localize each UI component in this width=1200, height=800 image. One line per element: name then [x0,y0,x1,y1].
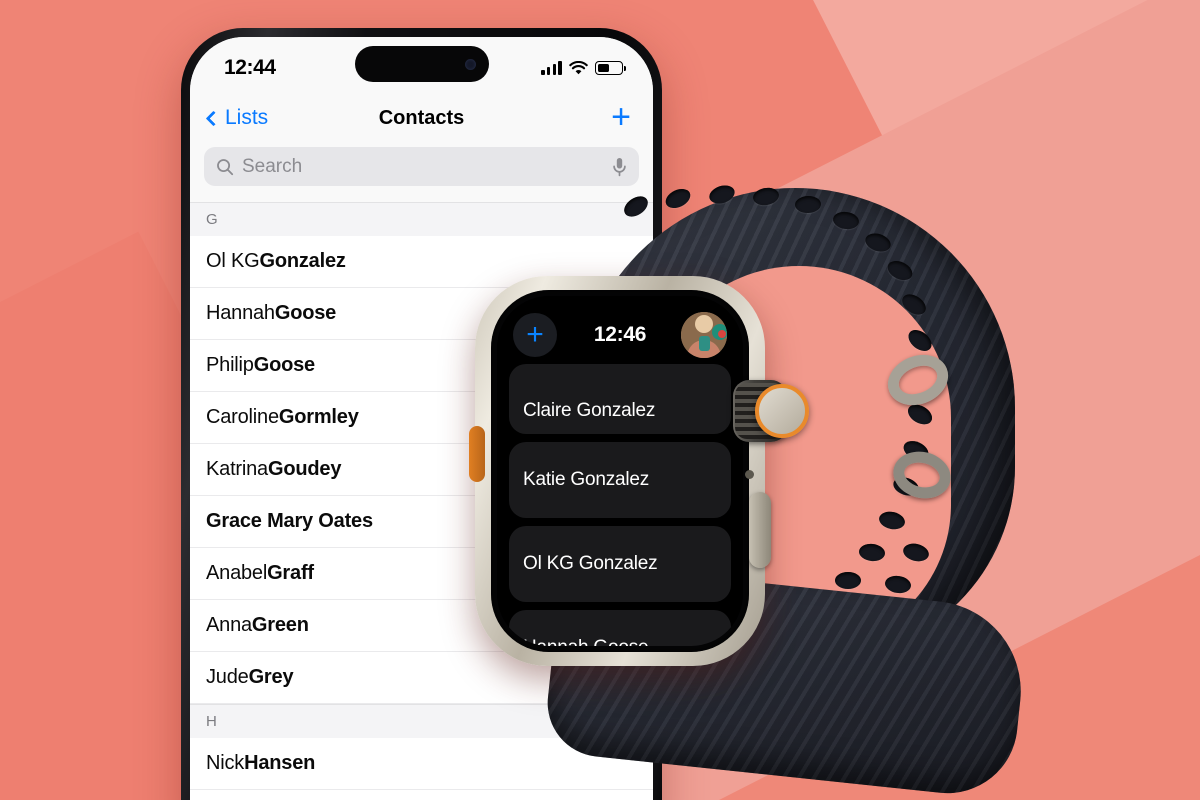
contact-first-name: Philip [206,354,254,376]
contact-first-name: Katrina [206,458,268,480]
screenshot-stage: 12:44 Lists Contacts + Search G Ol KG Go… [0,0,1200,800]
search-placeholder: Search [242,155,303,177]
contact-first-name: Ol KG [206,250,260,272]
contact-first-name: Jude [206,666,249,688]
contact-last-name: Gonzalez [259,250,346,272]
navigation-bar: Lists Contacts + [190,93,653,143]
back-button-label: Lists [225,106,269,129]
action-button[interactable] [469,426,485,482]
watch-add-contact-button[interactable]: + [513,313,557,357]
front-camera-icon [464,58,476,70]
user-avatar[interactable] [681,312,727,358]
watch-screen: + 12:46 Claire Gonzalez Katie Gonzalez O… [497,296,743,646]
contact-last-name: Goudey [267,458,342,480]
watch-contact-row[interactable]: Hannah Goose [509,610,731,646]
contact-first-name: Anna [206,614,252,636]
battery-icon [595,61,627,75]
status-time: 12:44 [224,56,276,79]
contact-last-name: Hansen [244,752,316,774]
watch-contact-row[interactable]: Claire Gonzalez [509,364,731,434]
watch-contact-list: Claire Gonzalez Katie Gonzalez Ol KG Gonza… [509,364,731,646]
chevron-left-icon [205,110,222,126]
status-indicators [541,60,627,76]
add-contact-button[interactable]: + [611,100,631,134]
contact-last-name: Green [251,614,309,636]
contact-last-name: Goose [274,302,337,324]
band-hole [835,572,861,589]
microphone-icon[interactable] [612,157,627,177]
microphone-port [745,470,754,479]
watch-case: + 12:46 Claire Gonzalez Katie Gonzalez O… [469,276,765,666]
search-container: Search [190,143,653,202]
contact-first-name: Caroline [206,406,279,428]
wifi-icon [569,60,588,74]
contact-first-name: Hannah [206,302,275,324]
contact-first-name: Nick [206,752,245,774]
digital-crown-face [755,384,809,438]
watch-time: 12:46 [593,323,647,346]
contact-last-name: Goose [253,354,315,376]
watch-contact-row[interactable]: Ol KG Gonzalez [509,526,731,602]
contact-last-name: Grey [248,666,294,688]
page-title: Contacts [378,106,465,129]
watch-contact-row[interactable]: Katie Gonzalez [509,442,731,518]
search-input[interactable]: Search [204,147,639,186]
cellular-signal-icon [541,61,562,75]
watch-top-bar: + 12:46 [509,310,731,360]
back-button-lists[interactable]: Lists [205,106,269,130]
watch-bezel: + 12:46 Claire Gonzalez Katie Gonzalez O… [491,290,749,652]
side-button[interactable] [749,492,771,568]
contact-last-name: Graff [267,562,314,584]
digital-crown[interactable] [733,380,809,442]
contact-first-name: Anabel [206,562,268,584]
apple-watch-device: + 12:46 Claire Gonzalez Katie Gonzalez O… [455,182,1035,800]
status-bar: 12:44 [190,37,653,93]
section-header-g: G [190,202,653,236]
dynamic-island [354,46,489,82]
search-icon [217,158,234,175]
contact-last-name: Gormley [278,406,359,428]
